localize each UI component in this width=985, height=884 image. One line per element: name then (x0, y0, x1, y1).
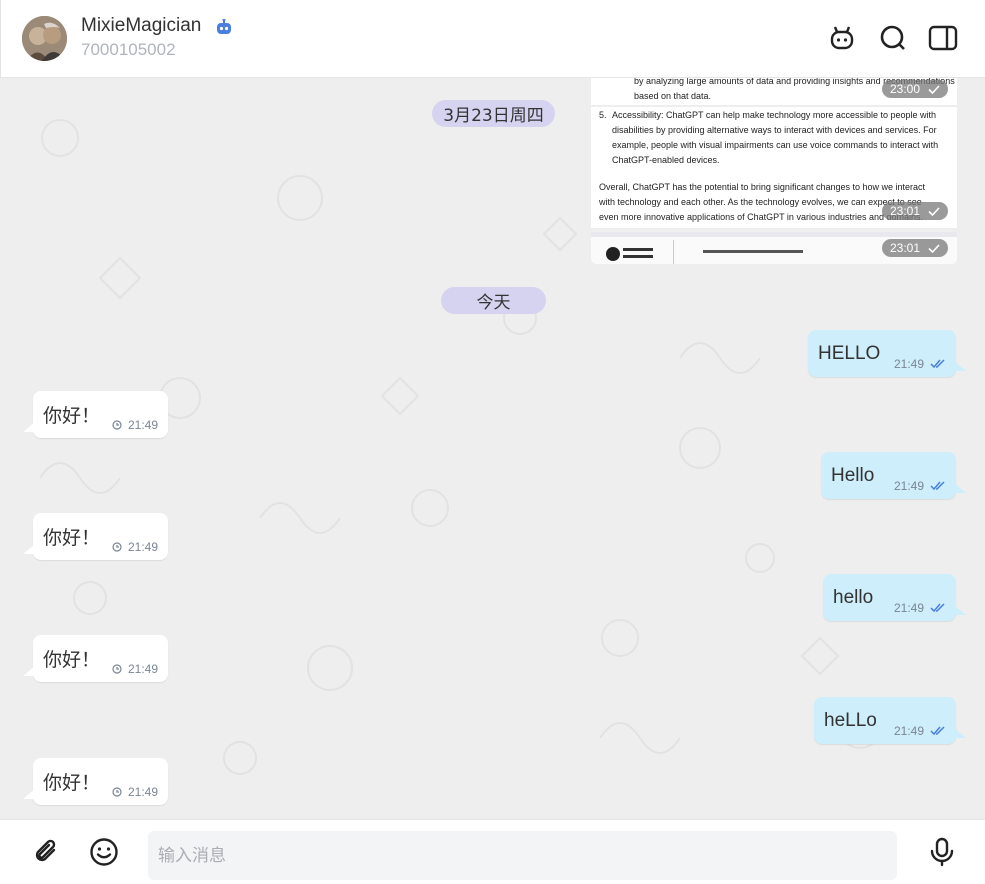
message-text: HELLO (818, 342, 881, 364)
microphone-icon (930, 837, 954, 867)
bubble-tail (23, 789, 35, 799)
double-check-icon (930, 481, 945, 491)
single-check-icon (928, 84, 940, 94)
outgoing-message[interactable]: hello 21:49 (823, 574, 966, 621)
outgoing-message[interactable]: heLLo 21:49 (814, 697, 966, 744)
outgoing-message[interactable]: Hello 21:49 (821, 452, 966, 499)
sidebar-icon (928, 25, 958, 51)
bubble-tail (23, 422, 35, 432)
message-text: 你好！ (43, 649, 101, 671)
image-time-badge: 23:01 (882, 202, 949, 220)
double-check-icon (930, 359, 945, 369)
message-time: 21:49 (893, 357, 924, 371)
smiley-icon (90, 838, 118, 866)
message-time: 21:49 (893, 724, 924, 738)
bot-menu-button[interactable] (826, 22, 858, 54)
attach-button[interactable] (30, 836, 62, 868)
image-message-document[interactable]: by analyzing large amounts of data and p… (591, 78, 957, 264)
message-time: 21:49 (127, 418, 158, 432)
message-text: heLLo (824, 709, 877, 731)
image-time-badge: 23:01 (882, 239, 949, 257)
contact-name: MixieMagician (81, 15, 202, 36)
double-check-icon (930, 726, 945, 736)
search-icon (880, 25, 905, 50)
message-text: 你好！ (43, 405, 101, 427)
single-check-icon (928, 243, 940, 253)
message-list[interactable]: 3月23日周四 by analyzing large amounts of da… (0, 78, 985, 819)
incoming-message[interactable]: 你好！ 21:49 (23, 635, 168, 682)
message-text: 你好！ (43, 527, 101, 549)
incoming-message[interactable]: 你好！ 21:49 (23, 391, 168, 438)
message-text: 你好！ (43, 772, 101, 794)
outgoing-message[interactable]: HELLO 21:49 (808, 330, 966, 377)
incoming-message[interactable]: 你好！ 21:49 (23, 758, 168, 805)
chat-header: MixieMagician 7000105002 (0, 0, 985, 78)
robot-icon (830, 26, 854, 50)
message-composer (0, 819, 985, 884)
message-time: 21:49 (893, 479, 924, 493)
date-divider: 3月23日周四 (432, 100, 555, 127)
clock-icon (112, 664, 122, 674)
bubble-tail (954, 728, 966, 738)
single-check-icon (928, 206, 940, 216)
message-time: 21:49 (127, 662, 158, 676)
incoming-message[interactable]: 你好！ 21:49 (23, 513, 168, 560)
clock-icon (112, 420, 122, 430)
bot-badge-icon (217, 19, 231, 34)
date-divider: 今天 (441, 287, 546, 314)
message-time: 21:49 (127, 540, 158, 554)
voice-record-button[interactable] (926, 836, 958, 868)
emoji-button[interactable] (88, 836, 120, 868)
message-text: hello (833, 586, 874, 608)
search-button[interactable] (877, 22, 909, 54)
bubble-tail (23, 666, 35, 676)
message-input[interactable] (148, 831, 897, 880)
bubble-tail (954, 361, 966, 371)
toggle-sidebar-button[interactable] (927, 22, 959, 54)
clock-icon (112, 787, 122, 797)
paperclip-icon (35, 839, 56, 862)
message-time: 21:49 (893, 601, 924, 615)
bubble-tail (23, 544, 35, 554)
double-check-icon (930, 603, 945, 613)
message-time: 21:49 (127, 785, 158, 799)
contact-id: 7000105002 (81, 40, 176, 59)
bubble-tail (954, 605, 966, 615)
image-time-badge: 23:00 (882, 80, 949, 98)
message-text: Hello (831, 464, 875, 486)
bubble-tail (954, 483, 966, 493)
contact-avatar[interactable] (22, 16, 67, 61)
clock-icon (112, 542, 122, 552)
